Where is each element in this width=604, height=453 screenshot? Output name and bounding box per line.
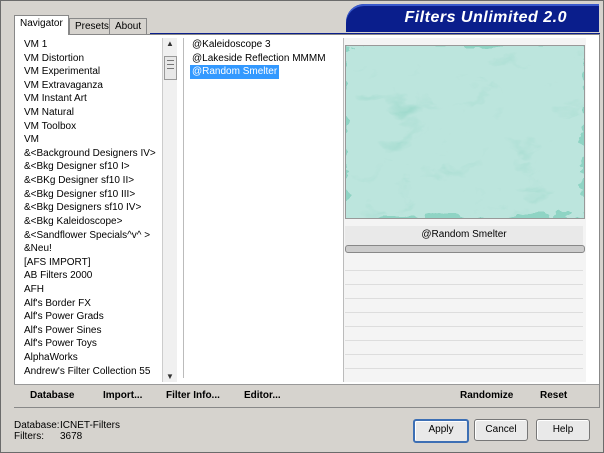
- category-item[interactable]: VM: [16, 133, 160, 147]
- filter-preview-image: [345, 45, 585, 219]
- param-row: [345, 354, 583, 355]
- filter-item[interactable]: @Kaleidoscope 3: [184, 38, 339, 52]
- category-item[interactable]: AlphaWorks: [16, 351, 160, 365]
- category-item[interactable]: &<Bkg Designers sf10 IV>: [16, 201, 160, 215]
- category-item[interactable]: &<Bkg Designer sf10 I>: [16, 160, 160, 174]
- filter-item[interactable]: @Lakeside Reflection MMMM: [184, 52, 339, 66]
- category-item[interactable]: Alf's Border FX: [16, 297, 160, 311]
- category-item[interactable]: &Neu!: [16, 242, 160, 256]
- category-item[interactable]: VM Instant Art: [16, 92, 160, 106]
- category-item[interactable]: AB Filters 2000: [16, 269, 160, 283]
- param-row: [345, 368, 583, 369]
- param-row: [345, 270, 583, 271]
- category-item[interactable]: &<Background Designers IV>: [16, 147, 160, 161]
- param-row: [345, 298, 583, 299]
- scroll-up-icon[interactable]: ▲: [166, 39, 174, 48]
- filter-list[interactable]: @Kaleidoscope 3 @Lakeside Reflection MMMM…: [183, 38, 339, 378]
- scroll-down-icon[interactable]: ▼: [166, 372, 174, 381]
- category-scrollbar[interactable]: ▲ ▼: [162, 38, 177, 382]
- apply-button[interactable]: Apply: [413, 419, 469, 443]
- category-item[interactable]: VM 1: [16, 38, 160, 52]
- category-item[interactable]: VM Natural: [16, 106, 160, 120]
- category-list[interactable]: VM 1 VM Distortion VM Experimental VM Extra…: [16, 38, 160, 382]
- category-item[interactable]: VM Extravaganza: [16, 79, 160, 93]
- category-item[interactable]: &<Bkg Designer sf10 III>: [16, 188, 160, 202]
- cancel-button[interactable]: Cancel: [474, 419, 528, 441]
- banner-title: Filters Unlimited 2.0: [404, 9, 567, 26]
- category-item[interactable]: Alf's Power Grads: [16, 310, 160, 324]
- import-link[interactable]: Import...: [103, 390, 142, 401]
- scroll-thumb[interactable]: [164, 56, 177, 80]
- title-banner: Filters Unlimited 2.0: [346, 4, 599, 32]
- selected-filter-name: @Random Smelter: [345, 226, 583, 246]
- category-item[interactable]: VM Toolbox: [16, 120, 160, 134]
- database-value: ICNET-Filters: [60, 420, 120, 431]
- category-item[interactable]: Alf's Power Sines: [16, 324, 160, 338]
- param-row: [345, 284, 583, 285]
- category-item[interactable]: Andrew's Filter Collection 55: [16, 365, 160, 379]
- category-item[interactable]: &<BKg Designer sf10 II>: [16, 174, 160, 188]
- editor-link[interactable]: Editor...: [244, 390, 281, 401]
- filters-count-label: Filters:: [14, 431, 44, 442]
- param-row: [345, 326, 583, 327]
- param-row: [345, 312, 583, 313]
- category-item[interactable]: &<Sandflower Specials^v^ >: [16, 229, 160, 243]
- randomize-link[interactable]: Randomize: [460, 390, 513, 401]
- param-row: [345, 340, 583, 341]
- tab-about[interactable]: About: [109, 18, 148, 35]
- category-item[interactable]: [AFS IMPORT]: [16, 256, 160, 270]
- help-button[interactable]: Help: [536, 419, 590, 441]
- filters-count-value: 3678: [60, 431, 83, 442]
- category-item[interactable]: VM Distortion: [16, 52, 160, 66]
- parameter-slider[interactable]: [345, 245, 585, 253]
- reset-link[interactable]: Reset: [540, 390, 567, 401]
- filter-item[interactable]: @Random Smelter: [190, 65, 280, 79]
- filter-info-link[interactable]: Filter Info...: [166, 390, 220, 401]
- database-label: Database:: [14, 420, 60, 431]
- tab-navigator[interactable]: Navigator: [14, 15, 69, 35]
- category-item[interactable]: Alf's Power Toys: [16, 337, 160, 351]
- category-item[interactable]: VM Experimental: [16, 65, 160, 79]
- category-item[interactable]: AFH: [16, 283, 160, 297]
- category-item[interactable]: &<Bkg Kaleidoscope>: [16, 215, 160, 229]
- database-link[interactable]: Database: [30, 390, 74, 401]
